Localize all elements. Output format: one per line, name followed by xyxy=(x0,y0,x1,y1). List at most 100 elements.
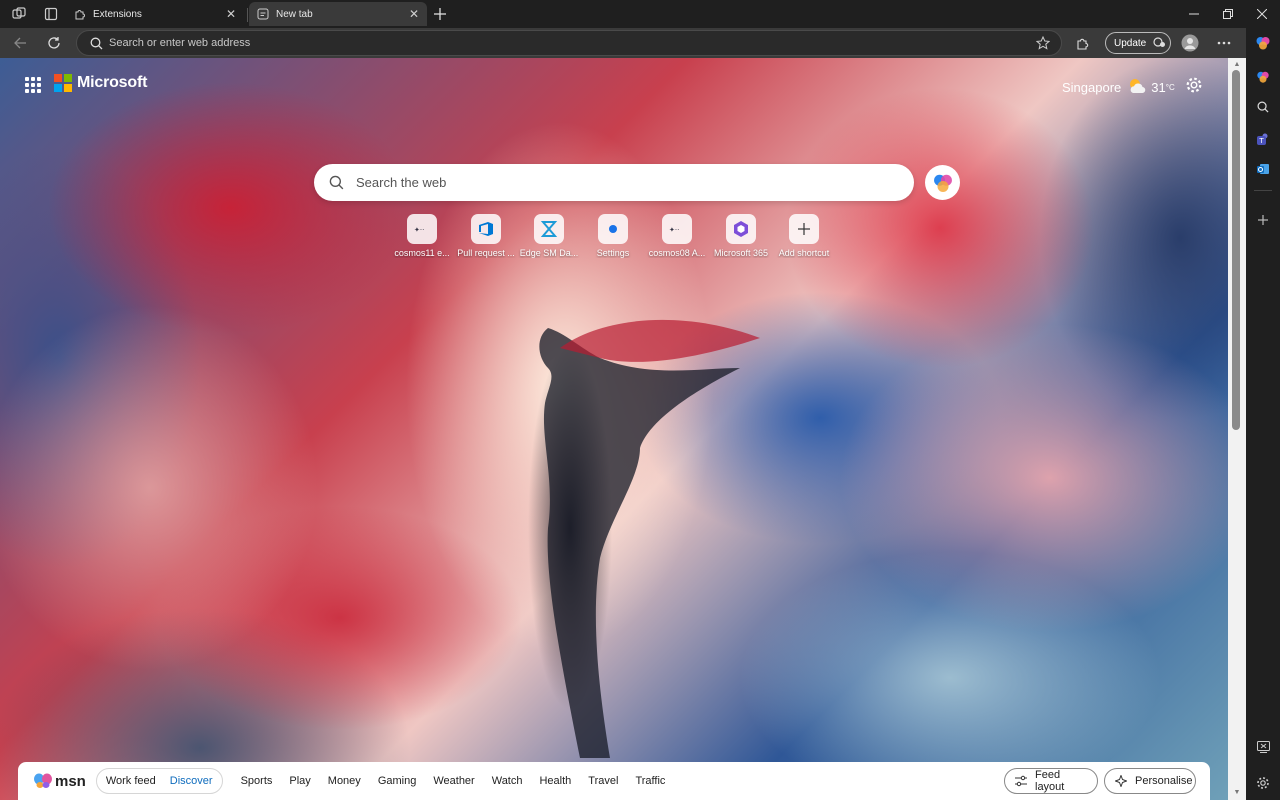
close-tab-icon[interactable]: ✕ xyxy=(224,7,238,21)
browser-toolbar: Search or enter web address Update xyxy=(0,28,1246,58)
scroll-up-arrow[interactable]: ▲ xyxy=(1232,61,1242,69)
svg-text:✦··: ✦·· xyxy=(669,226,679,233)
tab-new-tab[interactable]: New tab ✕ xyxy=(249,2,427,26)
feed-layout-label: Feed layout xyxy=(1035,769,1065,793)
profile-avatar[interactable] xyxy=(1180,33,1200,53)
close-tab-icon[interactable]: ✕ xyxy=(407,7,421,21)
weather-unit: °C xyxy=(1165,83,1175,92)
shortcut-tile[interactable]: Pull request ... xyxy=(454,214,518,262)
app-launcher-icon[interactable] xyxy=(25,77,41,93)
azure-devops-icon xyxy=(471,214,501,244)
shortcut-label: Microsoft 365 xyxy=(713,248,769,258)
tab-extensions[interactable]: Extensions ✕ xyxy=(66,2,244,26)
copilot-icon[interactable] xyxy=(1252,66,1274,88)
tab-divider xyxy=(247,8,248,22)
new-tab-button[interactable] xyxy=(430,4,450,24)
hide-sidebar-icon[interactable] xyxy=(1252,736,1274,758)
web-search-input[interactable]: Search the web xyxy=(314,164,914,201)
sparkle-icon xyxy=(1115,775,1127,787)
page-settings-icon[interactable] xyxy=(1185,76,1203,94)
sidebar-divider xyxy=(1254,190,1272,191)
shortcut-tile[interactable]: Microsoft 365 xyxy=(709,214,773,262)
search-icon xyxy=(316,175,356,190)
shortcut-tile[interactable]: ✦·· cosmos08 A... xyxy=(645,214,709,262)
puzzle-icon xyxy=(74,8,86,20)
microsoft-logo-icon xyxy=(54,74,72,92)
tab-strip: Extensions ✕ New tab ✕ xyxy=(0,0,1280,28)
add-sidebar-app-icon[interactable] xyxy=(1252,209,1274,231)
copilot-icon xyxy=(933,174,952,192)
nav-weather[interactable]: Weather xyxy=(433,775,474,787)
minimize-button[interactable] xyxy=(1177,0,1211,28)
update-settings-icon xyxy=(1152,36,1166,51)
search-icon xyxy=(83,37,109,50)
shortcut-tile[interactable]: Edge SM Da... xyxy=(517,214,581,262)
copilot-icon[interactable] xyxy=(1252,32,1274,54)
nav-watch[interactable]: Watch xyxy=(492,775,523,787)
partly-cloudy-icon xyxy=(1127,77,1147,98)
tab-title: Extensions xyxy=(93,8,142,20)
nav-sports[interactable]: Sports xyxy=(241,775,273,787)
shortcut-label: Edge SM Da... xyxy=(519,248,579,258)
more-menu-icon[interactable] xyxy=(1214,33,1234,53)
shortcut-tile[interactable]: ✦·· cosmos11 e... xyxy=(390,214,454,262)
nav-travel[interactable]: Travel xyxy=(588,775,618,787)
dashboard-icon xyxy=(534,214,564,244)
sidebar-settings-icon[interactable] xyxy=(1252,772,1274,794)
shortcut-tile[interactable]: Settings xyxy=(581,214,645,262)
outlook-icon[interactable] xyxy=(1252,158,1274,180)
plus-icon xyxy=(789,214,819,244)
tab-title: New tab xyxy=(276,8,313,20)
brand-name[interactable]: Microsoft xyxy=(77,74,147,92)
msn-logo[interactable]: msn xyxy=(33,773,86,790)
shortcut-label: Settings xyxy=(596,248,630,258)
personalise-label: Personalise xyxy=(1135,775,1193,787)
favorite-star-icon[interactable] xyxy=(1031,36,1055,50)
tab-work-feed[interactable]: Work feed xyxy=(106,775,156,787)
search-placeholder: Search the web xyxy=(356,175,447,190)
feed-layout-button[interactable]: Feed layout xyxy=(1004,768,1098,794)
tab-actions-icon[interactable] xyxy=(41,4,61,24)
edge-settings-icon xyxy=(598,214,628,244)
nav-gaming[interactable]: Gaming xyxy=(378,775,417,787)
msn-nav: Sports Play Money Gaming Weather Watch H… xyxy=(241,775,666,787)
restore-button[interactable] xyxy=(1211,0,1245,28)
m365-icon xyxy=(726,214,756,244)
sliders-icon xyxy=(1015,775,1027,787)
update-label: Update xyxy=(1114,37,1147,49)
shortcut-label: cosmos08 A... xyxy=(648,248,706,258)
refresh-button[interactable] xyxy=(44,33,64,53)
new-tab-page-icon xyxy=(257,8,269,20)
extensions-icon[interactable] xyxy=(1073,33,1093,53)
address-bar-placeholder: Search or enter web address xyxy=(109,37,251,49)
nav-traffic[interactable]: Traffic xyxy=(635,775,665,787)
personalise-button[interactable]: Personalise xyxy=(1104,768,1196,794)
svg-text:T: T xyxy=(1258,137,1264,145)
workspaces-icon[interactable] xyxy=(9,4,29,24)
back-button[interactable] xyxy=(10,33,30,53)
msn-butterfly-icon xyxy=(34,773,52,788)
svg-text:✦··: ✦·· xyxy=(414,226,424,233)
update-button[interactable]: Update xyxy=(1105,32,1171,54)
nav-health[interactable]: Health xyxy=(539,775,571,787)
add-shortcut-button[interactable]: Add shortcut xyxy=(772,214,836,262)
nav-money[interactable]: Money xyxy=(328,775,361,787)
cosmos-icon: ✦·· xyxy=(662,214,692,244)
msn-feed-bar: msn Work feed Discover Sports Play Money… xyxy=(18,762,1210,800)
cosmos-icon: ✦·· xyxy=(407,214,437,244)
scroll-thumb[interactable] xyxy=(1232,70,1240,430)
weather-city: Singapore xyxy=(1062,80,1122,95)
shortcut-label: Pull request ... xyxy=(457,248,515,258)
copilot-button[interactable] xyxy=(925,165,960,200)
tab-discover[interactable]: Discover xyxy=(170,775,213,787)
msn-logo-text: msn xyxy=(55,772,86,790)
address-bar[interactable]: Search or enter web address xyxy=(76,30,1062,56)
weather-widget[interactable]: Singapore 31 °C xyxy=(1062,77,1175,98)
scroll-down-arrow[interactable]: ▼ xyxy=(1232,789,1242,797)
shortcut-label: cosmos11 e... xyxy=(394,248,450,258)
search-icon[interactable] xyxy=(1252,96,1274,118)
teams-icon[interactable]: T xyxy=(1252,128,1274,150)
nav-play[interactable]: Play xyxy=(289,775,310,787)
close-window-button[interactable] xyxy=(1245,0,1279,28)
edge-sidebar: T xyxy=(1246,28,1280,800)
